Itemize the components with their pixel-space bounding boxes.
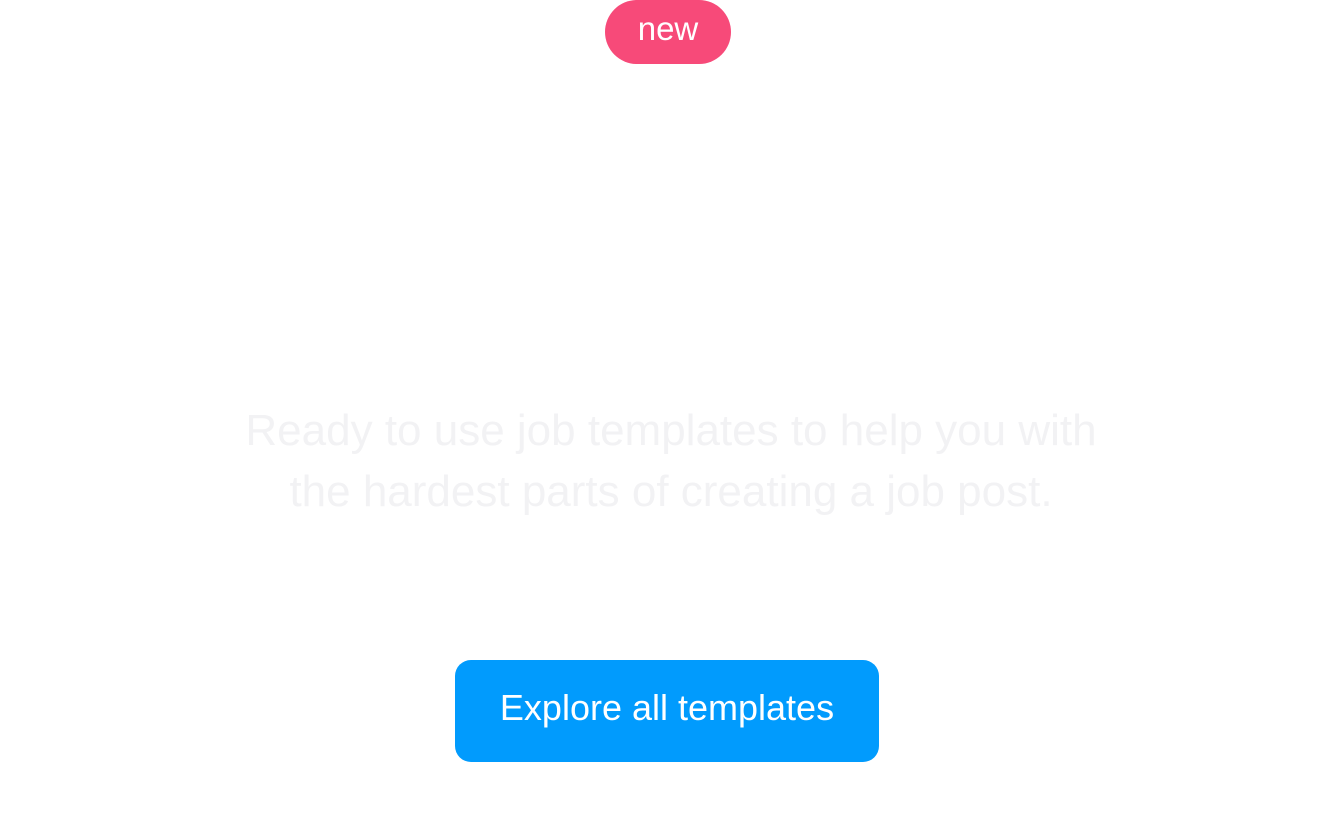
explore-templates-button[interactable]: Explore all templates xyxy=(455,660,879,762)
description-line-1: Ready to use job templates to help you w… xyxy=(245,406,1097,455)
explore-templates-label: Explore all templates xyxy=(499,687,835,728)
new-badge-label: new xyxy=(637,9,699,47)
new-badge: new xyxy=(605,0,731,64)
description-line-2: the hardest parts of creating a job post… xyxy=(289,467,1053,516)
templates-description: Ready to use job templates to help you w… xyxy=(171,400,1171,522)
